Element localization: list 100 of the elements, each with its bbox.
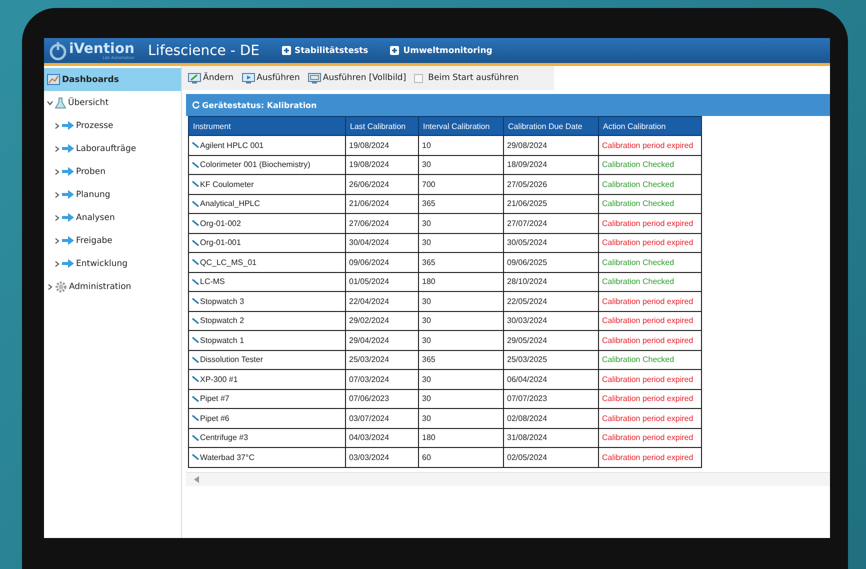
instrument-name[interactable]: XP-300 #1 [200,374,238,384]
table-cell: 09/06/2025 [504,252,598,272]
instrument-name[interactable]: Waterbad 37°C [200,452,254,462]
instrument-name[interactable]: Org-01-001 [200,238,241,248]
table-cell: 29/08/2024 [504,136,598,155]
instrument-name[interactable]: LC-MS [200,277,225,286]
instrument-name[interactable]: Centrifuge #3 [200,433,248,442]
table-cell: Calibration Checked [598,350,702,370]
table-cell: 27/07/2024 [504,214,598,233]
monitor-icon [308,72,321,84]
table-cell: 29/02/2024 [346,311,418,330]
checkbox[interactable] [414,74,424,82]
pencil-icon [192,298,199,304]
table-cell: 28/10/2024 [504,272,598,292]
table-cell: 700 [418,174,504,194]
table-cell: Calibration Checked [598,155,702,174]
scroll-left-icon[interactable] [194,476,199,483]
sidebar-item[interactable]: Übersicht [44,91,181,114]
table-cell: Calibration period expired [598,136,702,155]
monitor-icon [188,72,201,84]
table-cell: Calibration period expired [598,214,702,233]
pencil-icon [192,162,199,168]
toolbar-button[interactable]: Ausführen [242,72,300,84]
column-header[interactable]: Calibration Due Date [504,116,598,136]
sidebar-item[interactable]: Planung [44,183,181,206]
table-cell: 09/06/2024 [346,252,418,272]
pencil-icon [192,376,199,382]
table-cell: 30 [418,370,504,389]
instrument-name[interactable]: Stopwatch 3 [200,296,244,306]
table-cell: 18/09/2024 [504,155,598,174]
pencil-icon [192,278,199,285]
horizontal-scrollbar[interactable] [186,472,830,486]
table-cell: 365 [418,350,504,370]
table-cell: 03/03/2024 [346,448,418,467]
table-cell: 60 [418,448,504,467]
table-cell: 19/08/2024 [346,136,418,155]
column-header[interactable]: Action Calibration [598,116,702,136]
table-cell: Calibration Checked [598,194,702,214]
instrument-name[interactable]: Dissolution Tester [200,355,263,364]
table-cell: 365 [418,194,504,214]
sidebar-item[interactable]: Prozesse [44,114,181,137]
column-header[interactable]: Interval Calibration [418,116,504,136]
sidebar-item[interactable]: Administration [44,275,181,298]
table-cell: 30 [418,155,504,174]
flask-icon [55,96,66,108]
pencil-icon [192,454,199,460]
instrument-name[interactable]: Pipet #6 [200,414,230,423]
sidebar-item[interactable]: Analysen [44,206,181,229]
table-cell: 22/05/2024 [504,292,598,311]
pencil-icon [192,200,199,207]
plus-icon [282,46,290,55]
table-cell: 180 [418,428,504,448]
table-cell: 26/06/2024 [346,174,418,194]
instrument-name[interactable]: KF Coulometer [200,180,254,189]
table-cell: 30 [418,330,504,350]
instrument-name[interactable]: Agilent HPLC 001 [200,140,264,150]
instrument-name[interactable]: Colorimeter 001 (Biochemistry) [200,160,310,170]
start-checkbox[interactable]: Beim Start ausführen [414,73,519,83]
instrument-name[interactable]: Stopwatch 2 [200,316,244,326]
table-cell: 07/03/2024 [346,370,418,389]
table-cell: Calibration period expired [598,448,702,467]
header-link[interactable]: Umweltmonitoring [390,46,492,56]
pencil-icon [192,142,199,148]
table-cell: 30 [418,233,504,252]
table-cell: 02/05/2024 [504,448,598,467]
pencil-icon [192,220,199,226]
arrow-icon [62,190,74,199]
instrument-name[interactable]: Org-01-002 [200,218,241,228]
chart-icon [47,74,60,85]
arrow-icon [62,236,74,245]
sidebar-item[interactable]: Freigabe [44,229,181,252]
instrument-name[interactable]: QC_LC_MS_01 [200,258,256,267]
pencil-icon [192,240,199,246]
pencil-icon [192,337,199,344]
table-cell: 19/08/2024 [346,155,418,174]
table-cell: 29/05/2024 [504,330,598,350]
instrument-name[interactable]: Analytical_HPLC [200,199,260,208]
table-cell: 01/05/2024 [346,272,418,292]
sidebar-item[interactable]: Proben [44,160,181,183]
table-cell: 365 [418,252,504,272]
instrument-name[interactable]: Stopwatch 1 [200,336,244,345]
table-cell: Calibration period expired [598,330,702,350]
table-cell: 03/07/2024 [346,408,418,428]
table-cell: Calibration period expired [598,311,702,330]
arrow-icon [62,121,74,130]
arrow-icon [62,144,74,153]
table-cell: 31/08/2024 [504,428,598,448]
sidebar-item[interactable]: Dashboards [44,68,181,91]
column-header[interactable]: Instrument [188,116,346,136]
header-link[interactable]: Stabilitätstests [282,46,368,56]
toolbar-button[interactable]: Ausführen [Vollbild] [308,72,406,84]
sidebar-item[interactable]: Entwicklung [44,252,181,275]
table-cell: 30 [418,214,504,233]
sidebar-item[interactable]: Laboraufträge [44,137,181,160]
table-cell: Calibration Checked [598,174,702,194]
table-cell: 30/05/2024 [504,233,598,252]
instrument-name[interactable]: Pipet #7 [200,394,230,404]
panel-title: Gerätestatus: Kalibration [202,100,317,110]
column-header[interactable]: Last Calibration [346,116,418,136]
toolbar-button[interactable]: Ändern [188,72,234,84]
